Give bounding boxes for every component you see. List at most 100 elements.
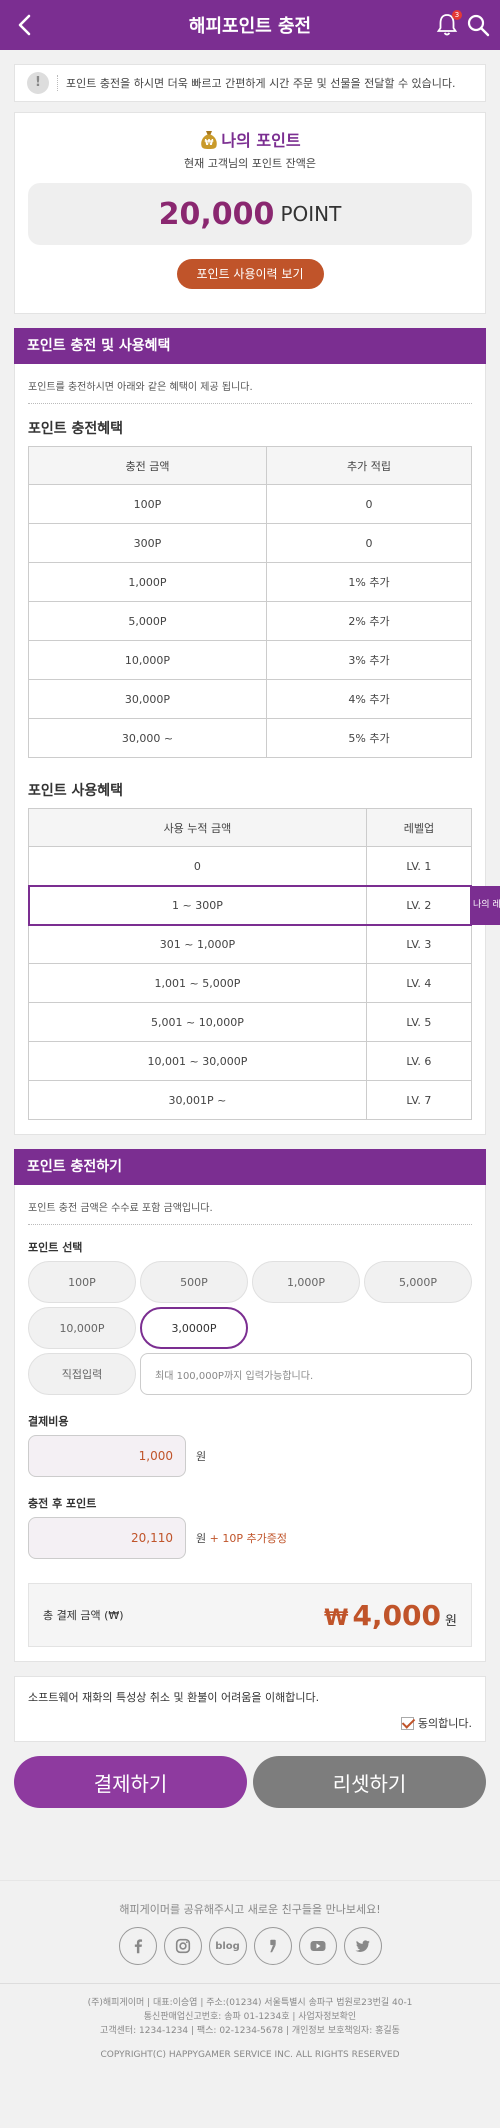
my-point-subtitle: 현재 고객님의 포인트 잔액은 xyxy=(184,157,316,170)
cost-value-field: 1,000 xyxy=(28,1435,186,1477)
table-cell: 2% 추가 xyxy=(265,601,473,641)
benefits-desc: 포인트를 충전하시면 아래와 같은 혜택이 제공 됩니다. xyxy=(28,364,472,404)
app-header: 해피포인트 충전 3 xyxy=(0,0,500,50)
instagram-icon[interactable] xyxy=(163,1927,202,1965)
point-option-row: 10,000P 3,0000P xyxy=(15,1307,485,1349)
after-point-label: 충전 후 포인트 xyxy=(28,1497,97,1510)
table-cell: 4% 추가 xyxy=(265,679,473,719)
table-cell: LV. 2 xyxy=(365,885,473,925)
table-row: 1,001 ~ 5,000P LV. 4 xyxy=(28,963,473,1003)
my-point-title-text: 나의 포인트 xyxy=(221,131,301,150)
benefits-section: 포인트 충전 및 사용혜택 포인트를 충전하시면 아래와 같은 혜택이 제공 됩… xyxy=(14,328,500,1135)
point-option-1000[interactable]: 1,000P xyxy=(252,1261,360,1303)
point-option-10000[interactable]: 10,000P xyxy=(28,1307,136,1349)
column-header: 레벨업 xyxy=(365,808,473,847)
table-row: 30,001P ~ LV. 7 xyxy=(28,1080,473,1120)
use-benefit-table-wrap: 사용 누적 금액 레벨업 0 LV. 1 1 ~ 300P LV. 2 301 ~ … xyxy=(15,808,500,1120)
table-cell: 10,000P xyxy=(28,640,267,680)
notice-bar: ! 포인트 충전을 하시면 더욱 빠르고 간편하게 시간 주문 및 선물을 전달… xyxy=(14,64,486,102)
table-cell: 30,000P xyxy=(28,679,267,719)
table-row: 30,000 ~5% 추가 xyxy=(28,718,473,758)
charge-section: 포인트 충전하기 포인트 충전 금액은 수수료 포함 금액입니다. 포인트 선택… xyxy=(14,1149,486,1662)
action-buttons: 결제하기 리셋하기 xyxy=(14,1756,486,1808)
table-cell: LV. 5 xyxy=(365,1002,473,1042)
table-cell: 30,001P ~ xyxy=(28,1080,367,1120)
back-arrow-icon[interactable] xyxy=(12,12,38,38)
table-cell: 10,001 ~ 30,000P xyxy=(28,1041,367,1081)
column-header: 추가 적립 xyxy=(265,446,473,485)
table-row: 0 LV. 1 xyxy=(28,846,473,886)
pay-button[interactable]: 결제하기 xyxy=(14,1756,247,1808)
table-cell: LV. 1 xyxy=(365,846,473,886)
notice-text: 포인트 충전을 하시면 더욱 빠르고 간편하게 시간 주문 및 선물을 전달할 … xyxy=(66,77,456,90)
table-row: 301 ~ 1,000P LV. 3 xyxy=(28,924,473,964)
table-cell: 0 xyxy=(28,846,367,886)
charge-benefit-title: 포인트 충전혜택 xyxy=(28,421,124,437)
share-text: 해피게이머를 공유해주시고 새로운 친구들을 만나보세요! xyxy=(119,1903,381,1916)
table-cell: LV. 7 xyxy=(365,1080,473,1120)
agreement-box: 소프트웨어 재화의 특성상 취소 및 환불이 어려움을 이해합니다. 동의합니다… xyxy=(14,1676,486,1742)
facebook-icon[interactable] xyxy=(118,1927,157,1965)
total-unit: 원 xyxy=(445,1613,457,1629)
checkbox-checked-icon[interactable] xyxy=(400,1716,414,1730)
agree-checkbox[interactable]: 동의합니다. xyxy=(400,1715,472,1731)
charge-desc: 포인트 충전 금액은 수수료 포함 금액입니다. xyxy=(28,1185,472,1225)
table-row: 10,001 ~ 30,000P LV. 6 xyxy=(28,1041,473,1081)
cost-unit: 원 xyxy=(196,1450,207,1463)
my-point-title: ₩ 나의 포인트 xyxy=(15,127,485,151)
agree-label: 동의합니다. xyxy=(417,1717,472,1730)
use-benefit-table: 사용 누적 금액 레벨업 0 LV. 1 1 ~ 300P LV. 2 301 ~ … xyxy=(28,808,473,1120)
table-cell: 300P xyxy=(28,523,267,563)
bell-icon[interactable]: 3 xyxy=(436,10,462,37)
company-info: (주)해피게이머 | 대표:이승엽 | 주소:(01234) 서울특별시 송파구… xyxy=(0,1996,500,2038)
table-cell: 1% 추가 xyxy=(265,562,473,602)
cost-row: 1,000 원 xyxy=(15,1435,485,1477)
table-row: 100P 0 xyxy=(28,484,473,524)
cost-label: 결제비용 xyxy=(28,1415,69,1428)
table-row: 5,001 ~ 10,000P LV. 5 xyxy=(28,1002,473,1042)
direct-amount-input[interactable]: 최대 100,000P까지 입력가능합니다. xyxy=(140,1353,472,1395)
my-level-tag: 나의 레벨 xyxy=(472,886,500,925)
point-option-row: 100P 500P 1,000P 5,000P xyxy=(15,1261,485,1303)
social-links: blog xyxy=(0,1927,500,1965)
kakao-story-icon[interactable] xyxy=(253,1927,292,1965)
blog-icon[interactable]: blog xyxy=(208,1927,247,1965)
table-cell: 5% 추가 xyxy=(265,718,473,758)
table-cell: LV. 3 xyxy=(365,924,473,964)
point-history-button[interactable]: 포인트 사용이력 보기 xyxy=(176,259,324,289)
charge-header: 포인트 충전하기 xyxy=(14,1149,486,1185)
after-point-unit: 원 + 10P 추가증정 xyxy=(196,1530,287,1546)
my-point-card: ₩ 나의 포인트 현재 고객님의 포인트 잔액은 20,000 POINT 포인… xyxy=(14,112,486,314)
direct-input-row: 직접입력 최대 100,000P까지 입력가능합니다. xyxy=(15,1353,485,1395)
twitter-icon[interactable] xyxy=(343,1927,382,1965)
table-cell: 1,001 ~ 5,000P xyxy=(28,963,367,1003)
direct-input-button[interactable]: 직접입력 xyxy=(28,1353,136,1395)
table-cell: 0 xyxy=(265,484,473,524)
point-option-500[interactable]: 500P xyxy=(140,1261,248,1303)
company-info-line: (주)해피게이머 | 대표:이승엽 | 주소:(01234) 서울특별시 송파구… xyxy=(87,1998,413,2008)
point-option-30000-selected[interactable]: 3,0000P xyxy=(140,1307,248,1349)
point-balance: 20,000 xyxy=(158,196,275,232)
search-icon[interactable] xyxy=(466,13,490,37)
table-cell: 100P xyxy=(28,484,267,524)
company-info-line: 통신판매업신고번호: 송파 01-1234호 | 사업자정보확인 xyxy=(143,2012,357,2022)
point-select-label: 포인트 선택 xyxy=(28,1241,83,1254)
after-unit-text: 원 xyxy=(196,1532,207,1545)
point-option-5000[interactable]: 5,000P xyxy=(364,1261,472,1303)
table-row: 1,000P 1% 추가 xyxy=(28,562,473,602)
page-title: 해피포인트 충전 xyxy=(188,16,312,37)
point-option-100[interactable]: 100P xyxy=(28,1261,136,1303)
table-cell: 1,000P xyxy=(28,562,267,602)
reset-button[interactable]: 리셋하기 xyxy=(253,1756,486,1808)
table-row: 10,000P 3% 추가 xyxy=(28,640,473,680)
table-cell: 5,000P xyxy=(28,601,267,641)
table-cell: 1 ~ 300P xyxy=(28,885,367,925)
point-unit: POINT xyxy=(280,202,342,226)
footer: 해피게이머를 공유해주시고 새로운 친구들을 만나보세요! blog (주)해피… xyxy=(0,1880,500,2128)
svg-text:₩: ₩ xyxy=(205,138,214,147)
copyright: COPYRIGHT(C) HAPPYGAMER SERVICE INC. ALL… xyxy=(100,2050,400,2060)
column-header: 사용 누적 금액 xyxy=(28,808,367,847)
after-point-row: 20,110 원 + 10P 추가증정 xyxy=(15,1517,485,1559)
won-symbol: ₩ xyxy=(324,1605,349,1631)
youtube-icon[interactable] xyxy=(298,1927,337,1965)
